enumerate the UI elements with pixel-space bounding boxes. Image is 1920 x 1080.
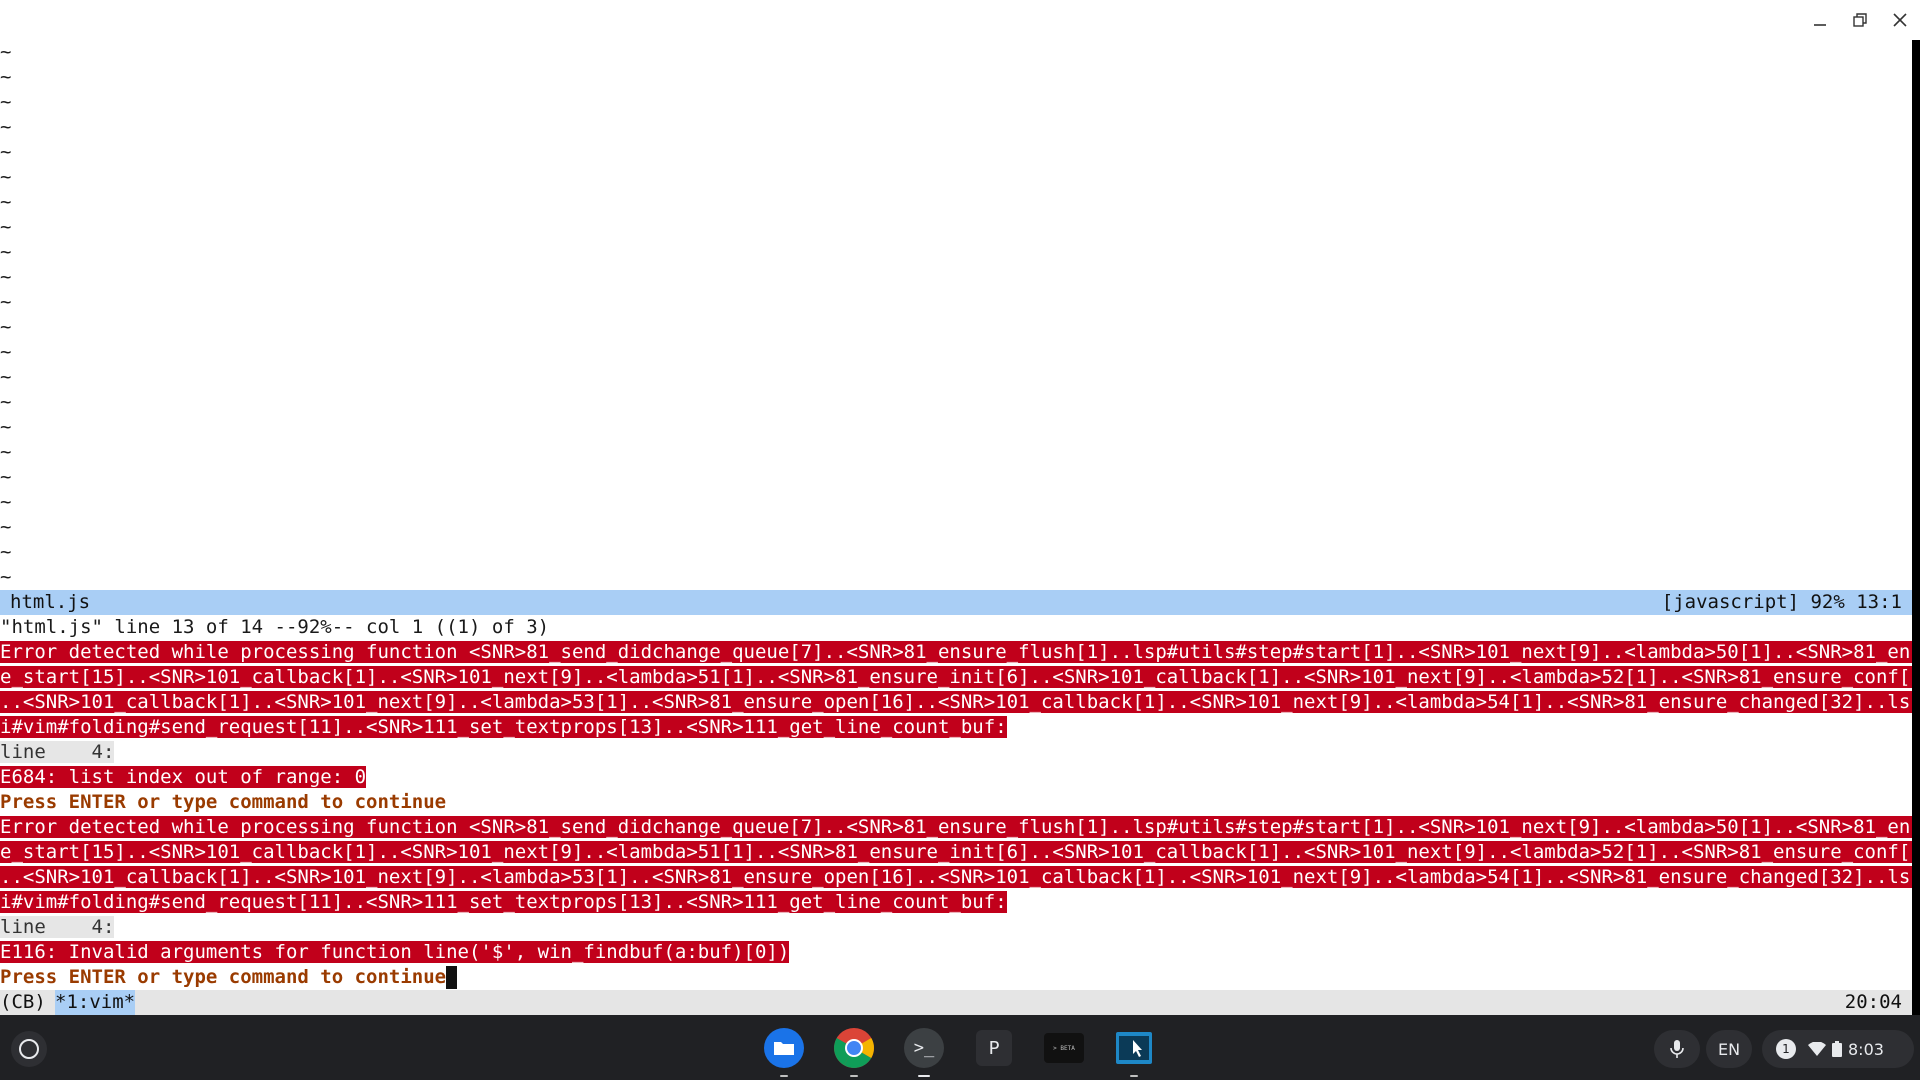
screen-capture-icon (1116, 1032, 1152, 1064)
terminal-icon: >_ (904, 1028, 944, 1068)
vim-tilde-line: ~ (0, 191, 12, 213)
system-shelf: >_ P > BETA EN 1 8:03 (0, 1015, 1920, 1080)
vim-statusline: html.js [javascript] 92% 13:1 (0, 590, 1912, 615)
vim-error-line-number: line 4: (0, 741, 115, 763)
window-titlebar (0, 0, 1920, 40)
statusline-filename: html.js (10, 591, 91, 613)
message-row: Press ENTER or type command to continue (0, 965, 458, 990)
message-row: Press ENTER or type command to continue (0, 790, 446, 815)
message-row: Error detected while processing function… (0, 640, 1920, 665)
vim-error-line: Error detected while processing function… (0, 641, 1920, 663)
ime-button[interactable]: EN (1706, 1030, 1752, 1068)
vim-tilde-line: ~ (0, 341, 12, 363)
restore-icon[interactable] (1846, 6, 1874, 34)
message-row: line 4: (0, 740, 115, 765)
wifi-icon (1808, 1042, 1826, 1056)
vim-tilde-line: ~ (0, 91, 12, 113)
vim-error-line: e_start[15]..<SNR>101_callback[1]..<SNR>… (0, 841, 1920, 863)
vim-tilde-line: ~ (0, 541, 12, 563)
vim-tilde-line: ~ (0, 416, 12, 438)
message-row: e_start[15]..<SNR>101_callback[1]..<SNR>… (0, 840, 1920, 865)
vim-more-prompt: Press ENTER or type command to continue (0, 791, 447, 813)
statusline-position: [javascript] 92% 13:1 (1661, 591, 1902, 613)
vim-error-line: ..<SNR>101_callback[1]..<SNR>101_next[9]… (0, 691, 1920, 713)
vim-tilde-line: ~ (0, 266, 12, 288)
vim-tilde-line: ~ (0, 241, 12, 263)
battery-icon (1832, 1041, 1842, 1057)
message-row: ..<SNR>101_callback[1]..<SNR>101_next[9]… (0, 865, 1920, 890)
message-row: Error detected while processing function… (0, 815, 1920, 840)
vim-tilde-line: ~ (0, 466, 12, 488)
ime-label: EN (1717, 1039, 1741, 1059)
vim-error-line: Error detected while processing function… (0, 816, 1920, 838)
shelf-app-p[interactable]: P (973, 1027, 1015, 1069)
microphone-icon (1670, 1040, 1684, 1058)
vim-tilde-line: ~ (0, 441, 12, 463)
vim-tilde-line: ~ (0, 116, 12, 138)
p-app-icon: P (976, 1030, 1012, 1066)
vim-error-line: E116: Invalid arguments for function lin… (0, 941, 790, 963)
shelf-app-chrome[interactable] (833, 1027, 875, 1077)
vim-tilde-line: ~ (0, 566, 12, 588)
running-indicator (780, 1075, 788, 1077)
microphone-button[interactable] (1654, 1030, 1700, 1068)
launcher-icon (19, 1039, 39, 1059)
vim-tilde-line: ~ (0, 141, 12, 163)
vim-error-line-number: line 4: (0, 916, 115, 938)
vim-tilde-line: ~ (0, 491, 12, 513)
message-row: E684: list index out of range: 0 (0, 765, 367, 790)
vim-tilde-line: ~ (0, 291, 12, 313)
notification-count-badge: 1 (1776, 1039, 1796, 1059)
message-row: E116: Invalid arguments for function lin… (0, 940, 790, 965)
message-row: i#vim#folding#send_request[11]..<SNR>111… (0, 890, 1007, 915)
running-indicator (918, 1075, 930, 1077)
vim-tilde-line: ~ (0, 41, 12, 63)
launcher-button[interactable] (11, 1031, 47, 1067)
system-clock: 8:03 (1848, 1039, 1884, 1059)
vim-tilde-line: ~ (0, 391, 12, 413)
tmux-window-tab[interactable]: *1:vim* (55, 990, 136, 1015)
shelf-app-beta-terminal[interactable]: > BETA (1043, 1027, 1085, 1069)
message-row: ..<SNR>101_callback[1]..<SNR>101_next[9]… (0, 690, 1920, 715)
shelf-app-screen-capture[interactable] (1113, 1027, 1155, 1077)
minimize-icon[interactable] (1806, 6, 1834, 34)
running-indicator (850, 1075, 858, 1077)
vim-tilde-line: ~ (0, 366, 12, 388)
terminal-cursor (446, 966, 458, 989)
status-tray[interactable]: 1 8:03 (1762, 1030, 1914, 1068)
running-indicator (1130, 1075, 1138, 1077)
vim-file-info: "html.js" line 13 of 14 --92%-- col 1 ((… (0, 616, 550, 638)
tmux-session: (CB) (0, 991, 46, 1013)
vim-error-line: e_start[15]..<SNR>101_callback[1]..<SNR>… (0, 666, 1920, 688)
vim-error-line: ..<SNR>101_callback[1]..<SNR>101_next[9]… (0, 866, 1920, 888)
vim-tilde-line: ~ (0, 66, 12, 88)
vim-error-line: E684: list index out of range: 0 (0, 766, 367, 788)
tmux-statusbar: (CB) *1:vim* 20:04 (0, 990, 1912, 1015)
vim-tilde-line: ~ (0, 216, 12, 238)
chrome-icon (834, 1028, 874, 1068)
close-icon[interactable] (1886, 6, 1914, 34)
vim-tilde-line: ~ (0, 516, 12, 538)
vim-more-prompt: Press ENTER or type command to continue (0, 966, 447, 988)
vim-tilde-line: ~ (0, 166, 12, 188)
message-row: e_start[15]..<SNR>101_callback[1]..<SNR>… (0, 665, 1920, 690)
beta-terminal-icon: > BETA (1044, 1033, 1084, 1063)
terminal-window[interactable]: ~ ~ ~ ~ ~ ~ ~ ~ ~ ~ ~ ~ ~ ~ ~ ~ ~ ~ ~ ~ ~ ~ html.js [javascri… (0, 40, 1920, 1015)
shelf-app-files[interactable] (763, 1027, 805, 1077)
tmux-clock: 20:04 (1844, 991, 1902, 1013)
vim-error-line: i#vim#folding#send_request[11]..<SNR>111… (0, 891, 1007, 913)
terminal-scrollbar[interactable] (1912, 40, 1920, 1015)
shelf-app-terminal[interactable]: >_ (903, 1027, 945, 1077)
vim-error-line: i#vim#folding#send_request[11]..<SNR>111… (0, 716, 1007, 738)
folder-icon (764, 1028, 804, 1068)
vim-tilde-line: ~ (0, 316, 12, 338)
message-row: i#vim#folding#send_request[11]..<SNR>111… (0, 715, 1007, 740)
message-row: line 4: (0, 915, 115, 940)
